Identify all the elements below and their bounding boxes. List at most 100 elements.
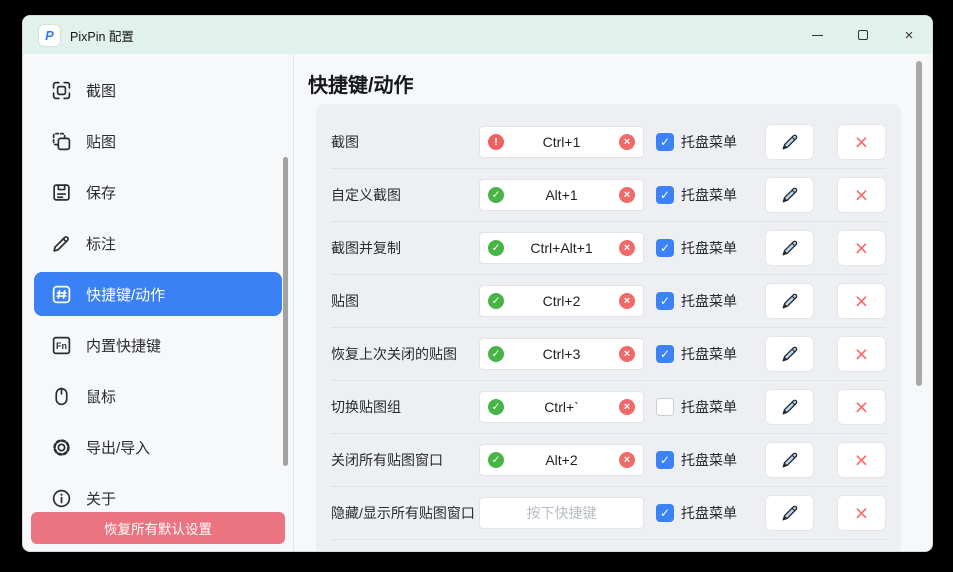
restore-defaults-button[interactable]: 恢复所有默认设置 (31, 512, 285, 544)
hotkey-input[interactable]: ✓ Alt+2 × (479, 444, 644, 476)
maximize-icon (858, 30, 868, 40)
hotkey-input[interactable]: 按下快捷键 (479, 497, 644, 529)
delete-x-icon: × (855, 290, 868, 313)
tray-menu-checkbox[interactable]: ✓ (656, 451, 674, 469)
tray-menu-checkbox[interactable]: ✓ (656, 292, 674, 310)
pin-image-icon (51, 131, 72, 152)
edit-pencil-icon (780, 503, 800, 523)
annotate-pencil-icon (51, 233, 72, 254)
edit-pencil-icon (780, 397, 800, 417)
delete-x-icon: × (855, 396, 868, 419)
edit-pencil-icon (780, 132, 800, 152)
hotkey-row: 截图 ! Ctrl+1 × ✓ 托盘菜单 × (331, 116, 886, 169)
sidebar-item-6[interactable]: Fn 内置快捷键 (34, 323, 282, 367)
edit-hotkey-button[interactable] (765, 442, 814, 478)
tray-menu-checkbox[interactable]: ✓ (656, 345, 674, 363)
sidebar: 截图 贴图 保存 标注 快捷键/动作 Fn 内置快捷键 鼠标 导出/导入 (23, 54, 293, 551)
hotkey-action-label: 切换贴图组 (331, 397, 479, 417)
sidebar-item-label: 鼠标 (86, 386, 116, 407)
hotkey-hash-icon (51, 284, 72, 305)
delete-hotkey-button[interactable]: × (837, 389, 886, 425)
edit-hotkey-button[interactable] (765, 283, 814, 319)
tray-menu-label: 托盘菜单 (681, 450, 741, 470)
hotkey-input[interactable]: ! Ctrl+1 × (479, 126, 644, 158)
delete-hotkey-button[interactable]: × (837, 124, 886, 160)
sidebar-scrollbar-thumb[interactable] (283, 157, 288, 466)
hotkey-action-label: 贴图 (331, 291, 479, 311)
delete-hotkey-button[interactable]: × (837, 495, 886, 531)
delete-hotkey-button[interactable]: × (837, 177, 886, 213)
clear-circle-icon[interactable]: × (619, 399, 635, 415)
clear-circle-icon[interactable]: × (619, 187, 635, 203)
edit-hotkey-button[interactable] (765, 230, 814, 266)
sidebar-item-7[interactable]: 鼠标 (34, 374, 282, 418)
hotkey-row: 恢复上次关闭的贴图 ✓ Ctrl+3 × ✓ 托盘菜单 × (331, 328, 886, 381)
pixpin-config-window: P PixPin 配置 × 截图 贴图 保存 标注 (22, 15, 933, 552)
delete-x-icon: × (855, 184, 868, 207)
delete-hotkey-button[interactable]: × (837, 442, 886, 478)
window-controls: × (794, 16, 932, 54)
sidebar-item-5[interactable]: 快捷键/动作 (34, 272, 282, 316)
success-icon: ✓ (488, 346, 504, 362)
edit-pencil-icon (780, 185, 800, 205)
hotkey-action-label: 恢复上次关闭的贴图 (331, 344, 479, 364)
edit-hotkey-button[interactable] (765, 389, 814, 425)
tray-menu-checkbox[interactable]: ✓ (656, 239, 674, 257)
tray-menu-checkbox[interactable]: ✓ (656, 504, 674, 522)
sidebar-item-3[interactable]: 保存 (34, 170, 282, 214)
hotkey-input[interactable]: ✓ Ctrl+2 × (479, 285, 644, 317)
edit-pencil-icon (780, 238, 800, 258)
hotkey-row: 切换贴图组 ✓ Ctrl+` × 托盘菜单 × (331, 381, 886, 434)
success-icon: ✓ (488, 399, 504, 415)
hotkey-row: 关闭所有贴图窗口 ✓ Alt+2 × ✓ 托盘菜单 × (331, 434, 886, 487)
edit-hotkey-button[interactable] (765, 124, 814, 160)
minimize-icon (812, 35, 823, 36)
main-scrollbar-thumb[interactable] (916, 61, 922, 386)
hotkey-row: 贴图 ✓ Ctrl+2 × ✓ 托盘菜单 × (331, 275, 886, 328)
sidebar-item-label: 标注 (86, 233, 116, 254)
gear-icon (51, 437, 72, 458)
hotkey-placeholder: 按下快捷键 (504, 503, 619, 523)
delete-x-icon: × (855, 449, 868, 472)
screenshot-icon (51, 80, 72, 101)
sidebar-item-1[interactable]: 截图 (34, 68, 282, 112)
clear-circle-icon[interactable]: × (619, 346, 635, 362)
clear-circle-icon[interactable]: × (619, 293, 635, 309)
edit-pencil-icon (780, 450, 800, 470)
hotkey-action-label: 截图 (331, 132, 479, 152)
hotkey-value: Alt+1 (504, 187, 619, 203)
clear-circle-icon[interactable]: × (619, 452, 635, 468)
success-icon: ✓ (488, 240, 504, 256)
clear-circle-icon[interactable]: × (619, 240, 635, 256)
mouse-icon (51, 386, 72, 407)
sidebar-item-4[interactable]: 标注 (34, 221, 282, 265)
tray-menu-checkbox[interactable]: ✓ (656, 186, 674, 204)
edit-hotkey-button[interactable] (765, 177, 814, 213)
maximize-button[interactable] (840, 16, 886, 54)
delete-hotkey-button[interactable]: × (837, 230, 886, 266)
sidebar-item-2[interactable]: 贴图 (34, 119, 282, 163)
hotkey-input[interactable]: ✓ Ctrl+3 × (479, 338, 644, 370)
page-title: 快捷键/动作 (308, 69, 414, 98)
minimize-button[interactable] (794, 16, 840, 54)
tray-menu-checkbox[interactable] (656, 398, 674, 416)
clear-circle-icon[interactable]: × (619, 134, 635, 150)
sidebar-item-8[interactable]: 导出/导入 (34, 425, 282, 469)
hotkey-row: 隐藏/显示所有贴图窗口 按下快捷键 ✓ 托盘菜单 × (331, 487, 886, 540)
hotkey-value: Ctrl+2 (504, 293, 619, 309)
tray-menu-label: 托盘菜单 (681, 344, 741, 364)
close-button[interactable]: × (886, 16, 932, 54)
edit-hotkey-button[interactable] (765, 336, 814, 372)
hotkey-input[interactable]: ✓ Alt+1 × (479, 179, 644, 211)
tray-menu-checkbox[interactable]: ✓ (656, 133, 674, 151)
info-icon (51, 488, 72, 509)
sidebar-item-label: 导出/导入 (86, 437, 150, 458)
hotkey-input[interactable]: ✓ Ctrl+Alt+1 × (479, 232, 644, 264)
success-icon: ✓ (488, 293, 504, 309)
hotkey-action-label: 截图并复制 (331, 238, 479, 258)
hotkey-input[interactable]: ✓ Ctrl+` × (479, 391, 644, 423)
delete-hotkey-button[interactable]: × (837, 336, 886, 372)
delete-hotkey-button[interactable]: × (837, 283, 886, 319)
edit-hotkey-button[interactable] (765, 495, 814, 531)
delete-x-icon: × (855, 131, 868, 154)
